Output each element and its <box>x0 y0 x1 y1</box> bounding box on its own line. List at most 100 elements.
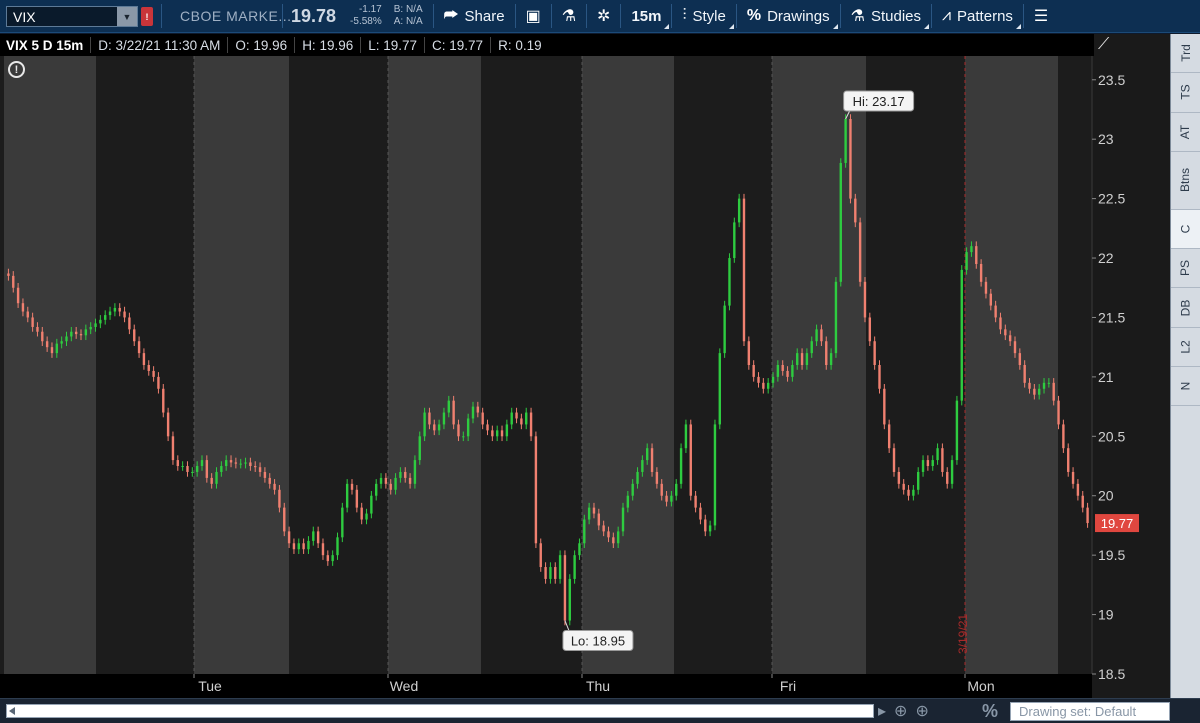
session-band <box>289 56 388 674</box>
price-change: -1.17 -5.58% <box>344 0 388 32</box>
zoom-icon[interactable]: ⊕ <box>915 701 928 721</box>
sidebar-item-c[interactable]: C <box>1171 209 1200 250</box>
percent-icon: % <box>746 7 762 24</box>
session-band <box>582 56 674 674</box>
candle-body <box>1033 388 1036 395</box>
candle-body <box>1023 365 1026 383</box>
alert-badge[interactable]: ! <box>141 7 153 26</box>
candle-body <box>94 323 97 327</box>
candle-body <box>805 353 809 365</box>
candle-body <box>7 273 10 276</box>
symbol-selector[interactable]: VIX ▼ <box>6 6 138 27</box>
candle-body <box>529 412 533 437</box>
horizontal-scrollbar[interactable] <box>6 704 874 718</box>
settings-button[interactable]: ✲ <box>587 0 620 32</box>
candle-body <box>854 198 857 223</box>
bid-ask: B: N/A A: N/A <box>388 0 433 32</box>
patterns-icon: ⩘ <box>942 7 952 24</box>
candle-body <box>224 460 228 467</box>
patterns-button[interactable]: ⩘ Patterns <box>932 0 1023 32</box>
symbol-input[interactable]: VIX <box>13 9 36 25</box>
candle-body <box>254 466 257 468</box>
drawings-button[interactable]: % Drawings <box>737 0 840 32</box>
candle-body <box>345 483 349 508</box>
candle-body <box>1062 424 1065 449</box>
candle-body <box>1047 382 1051 384</box>
candle-body <box>70 331 73 337</box>
bar-low: L: 19.77 <box>368 37 418 53</box>
scroll-right-icon[interactable]: ▸ <box>878 701 886 721</box>
candle-body <box>670 495 673 502</box>
candle-body <box>796 353 799 365</box>
study-lab-button[interactable]: ⚗ <box>552 0 586 32</box>
candle-body <box>205 460 209 478</box>
candle-body <box>820 329 823 342</box>
candle-body <box>1004 329 1007 336</box>
candle-body <box>1037 388 1041 395</box>
chart-mode-icon[interactable]: ⟋ <box>1098 36 1120 56</box>
candle-body <box>302 543 305 550</box>
candle-body <box>481 412 484 425</box>
candle-body <box>921 460 925 472</box>
studies-button[interactable]: ⚗ Studies <box>841 0 931 32</box>
candle-body <box>752 365 755 377</box>
chevron-down-icon[interactable]: ▼ <box>117 7 137 26</box>
candle-body <box>747 341 751 365</box>
candle-body <box>505 424 509 437</box>
candle-body <box>563 555 567 621</box>
scroll-left-icon[interactable] <box>9 707 15 715</box>
candle-body <box>336 537 339 556</box>
price-chart[interactable]: 18.5 19 19.5 20 20.5 21 21.5 22 22.5 23 23.5 Tue We… <box>0 34 1170 698</box>
candle-body <box>341 507 344 538</box>
crosshair-icon[interactable]: ⊕ <box>894 701 907 721</box>
sidebar-item-btns[interactable]: Btns <box>1171 152 1200 210</box>
studies-label: Studies <box>870 7 922 25</box>
session-band <box>388 56 481 674</box>
share-icon: ⮫ <box>443 7 459 24</box>
sidebar-item-ts[interactable]: TS <box>1171 73 1200 113</box>
candle-body <box>55 343 59 354</box>
sidebar-item-at[interactable]: AT <box>1171 113 1200 152</box>
toolbar: VIX ▼ ! CBOE MARKE... 19.78 -1.17 -5.58%… <box>0 0 1200 33</box>
candle-body <box>694 495 697 508</box>
candle-body <box>907 489 910 496</box>
candle-body <box>863 281 867 318</box>
candle-body <box>215 471 218 484</box>
percent-icon[interactable]: % <box>982 701 998 722</box>
menu-button[interactable]: ☰ <box>1024 0 1058 32</box>
candle-body <box>26 311 29 318</box>
candle-body <box>515 412 518 419</box>
candle-body <box>941 448 944 472</box>
session-band <box>481 56 582 674</box>
bar-close: C: 19.77 <box>432 37 484 53</box>
candle-body <box>776 365 780 377</box>
sidebar-item-trd[interactable]: Trd <box>1171 34 1200 74</box>
alert-circle-icon[interactable]: ! <box>8 61 25 78</box>
flexible-grid-button[interactable]: ▣ <box>516 0 551 32</box>
candle-body <box>65 336 68 342</box>
candle-body <box>689 424 692 496</box>
candle-body <box>147 365 150 371</box>
candle-body <box>428 412 431 425</box>
hi-label: Hi: 23.17 <box>853 94 905 109</box>
candle-body <box>384 477 388 484</box>
candle-body <box>858 222 862 282</box>
candle-body <box>45 341 49 348</box>
sidebar-item-n[interactable]: N <box>1171 367 1200 407</box>
candle-body <box>955 400 959 461</box>
candle-body <box>975 246 978 264</box>
sidebar-item-ps[interactable]: PS <box>1171 249 1200 289</box>
style-button[interactable]: ⫶ Style <box>672 0 735 32</box>
candle-body <box>123 311 126 318</box>
sidebar-item-db[interactable]: DB <box>1171 288 1200 328</box>
candle-body <box>79 334 83 336</box>
candle-body <box>433 424 436 431</box>
timeframe-button[interactable]: 15m <box>621 0 671 32</box>
timeframe-label: 15m <box>631 7 662 25</box>
candle-body <box>946 471 949 484</box>
candle-body <box>1086 507 1089 524</box>
sidebar-item-l2[interactable]: L2 <box>1171 328 1200 368</box>
share-button[interactable]: ⮫ Share <box>434 0 515 32</box>
drawing-set-select[interactable]: Drawing set: Default <box>1010 702 1170 721</box>
candle-body <box>650 448 654 472</box>
